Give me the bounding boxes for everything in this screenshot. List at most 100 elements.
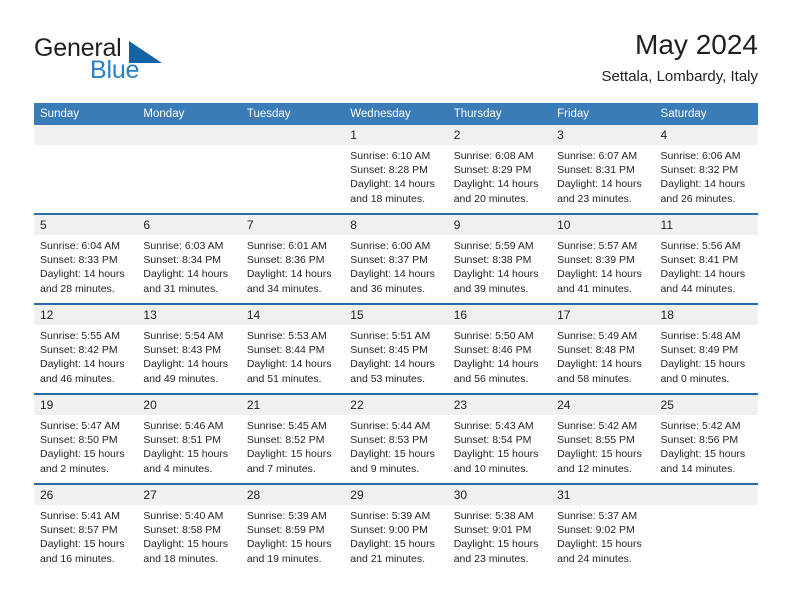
day-daylight-line: Daylight: 14 hours (660, 268, 746, 281)
calendar-day-cell[interactable]: 28 Sunrise: 5:39 AM Sunset: 8:59 PM Dayligh… (240, 483, 345, 573)
day-number: 26 (34, 485, 138, 505)
day-daylight-line: and 39 minutes. (453, 282, 529, 295)
day-number: 20 (137, 395, 241, 415)
calendar-day-cell[interactable]: 10 Sunrise: 5:57 AM Sunset: 8:39 PM Dayligh… (551, 213, 655, 304)
day-daylight-line: Daylight: 14 hours (453, 268, 539, 281)
calendar-day-cell[interactable]: 12 Sunrise: 5:55 AM Sunset: 8:42 PM Dayligh… (34, 303, 138, 394)
calendar-day-cell[interactable]: 13 Sunrise: 5:54 AM Sunset: 8:43 PM Dayligh… (137, 303, 241, 394)
calendar-day-cell[interactable]: 15 Sunrise: 5:51 AM Sunset: 8:45 PM Dayligh… (344, 303, 448, 394)
weekday-header-saturday: Saturday (654, 103, 758, 125)
day-details: Sunrise: 5:42 AM Sunset: 8:56 PM Daylight:… (655, 415, 758, 476)
calendar-day-cell[interactable]: 3 Sunrise: 6:07 AM Sunset: 8:31 PM Daylight… (551, 125, 655, 214)
day-sunset-line: Sunset: 8:31 PM (557, 164, 635, 177)
day-details: Sunrise: 5:39 AM Sunset: 9:00 PM Daylight:… (344, 505, 447, 566)
day-number (34, 125, 138, 145)
day-details: Sunrise: 5:44 AM Sunset: 8:53 PM Daylight:… (344, 415, 447, 476)
calendar-day-cell[interactable]: 5 Sunrise: 6:04 AM Sunset: 8:33 PM Daylight… (34, 213, 138, 304)
calendar-day-cell[interactable]: 19 Sunrise: 5:47 AM Sunset: 8:50 PM Dayligh… (34, 393, 138, 484)
day-number: 7 (240, 215, 345, 235)
day-number (654, 485, 758, 505)
calendar-day-cell[interactable]: 20 Sunrise: 5:46 AM Sunset: 8:51 PM Dayligh… (137, 393, 241, 484)
day-sunset-line: Sunset: 8:29 PM (453, 164, 532, 177)
weekday-header-friday: Friday (551, 103, 655, 125)
day-daylight-line: and 44 minutes. (660, 282, 736, 295)
calendar-day-cell[interactable]: 22 Sunrise: 5:44 AM Sunset: 8:53 PM Dayligh… (344, 393, 448, 484)
calendar-day-cell[interactable]: 9 Sunrise: 5:59 AM Sunset: 8:38 PM Daylight… (447, 213, 552, 304)
day-daylight-line: Daylight: 14 hours (143, 358, 229, 371)
day-daylight-line: and 34 minutes. (246, 282, 322, 295)
day-details: Sunrise: 5:39 AM Sunset: 8:59 PM Daylight:… (241, 505, 344, 566)
day-sunset-line: Sunset: 8:50 PM (40, 434, 118, 447)
day-daylight-line: and 16 minutes. (40, 552, 115, 565)
calendar-day-cell[interactable]: 21 Sunrise: 5:45 AM Sunset: 8:52 PM Dayligh… (240, 393, 345, 484)
day-daylight-line: Daylight: 14 hours (350, 178, 435, 191)
day-daylight-line: and 18 minutes. (143, 552, 219, 565)
day-sunset-line: Sunset: 8:59 PM (246, 524, 325, 537)
day-daylight-line: Daylight: 15 hours (350, 538, 435, 551)
day-daylight-line: Daylight: 15 hours (557, 448, 642, 461)
calendar-day-cell[interactable]: 1 Sunrise: 6:10 AM Sunset: 8:28 PM Daylight… (344, 125, 448, 214)
day-sunset-line: Sunset: 8:39 PM (557, 254, 635, 267)
day-number: 6 (137, 215, 241, 235)
day-sunrise-line: Sunrise: 5:55 AM (40, 330, 120, 342)
day-details: Sunrise: 5:43 AM Sunset: 8:54 PM Daylight:… (448, 415, 551, 476)
day-daylight-line: Daylight: 15 hours (143, 538, 229, 551)
calendar-day-cell[interactable]: 16 Sunrise: 5:50 AM Sunset: 8:46 PM Dayligh… (447, 303, 552, 394)
day-daylight-line: and 46 minutes. (40, 372, 115, 385)
calendar-day-cell[interactable]: 11 Sunrise: 5:56 AM Sunset: 8:41 PM Dayligh… (654, 213, 758, 304)
calendar-day-cell[interactable]: 8 Sunrise: 6:00 AM Sunset: 8:37 PM Daylight… (344, 213, 448, 304)
general-blue-logo[interactable]: General Blue (34, 34, 214, 90)
day-sunrise-line: Sunrise: 6:03 AM (143, 240, 224, 252)
calendar-day-cell[interactable]: 7 Sunrise: 6:01 AM Sunset: 8:36 PM Daylight… (240, 213, 345, 304)
day-sunset-line: Sunset: 8:56 PM (660, 434, 739, 447)
day-number: 24 (551, 395, 655, 415)
calendar-day-cell[interactable]: 25 Sunrise: 5:42 AM Sunset: 8:56 PM Dayligh… (654, 393, 758, 484)
day-number: 3 (551, 125, 655, 145)
day-daylight-line: and 18 minutes. (350, 192, 425, 205)
day-daylight-line: Daylight: 15 hours (557, 538, 642, 551)
calendar-day-cell[interactable]: 17 Sunrise: 5:49 AM Sunset: 8:48 PM Dayligh… (551, 303, 655, 394)
calendar-day-cell[interactable]: 2 Sunrise: 6:08 AM Sunset: 8:29 PM Daylight… (447, 125, 552, 214)
calendar-day-cell[interactable]: 23 Sunrise: 5:43 AM Sunset: 8:54 PM Dayligh… (447, 393, 552, 484)
day-daylight-line: and 56 minutes. (453, 372, 529, 385)
day-number: 1 (344, 125, 448, 145)
calendar-day-cell-empty (34, 125, 138, 214)
day-sunset-line: Sunset: 8:45 PM (350, 344, 428, 357)
day-sunset-line: Sunset: 8:58 PM (143, 524, 222, 537)
day-daylight-line: Daylight: 14 hours (557, 358, 642, 371)
day-daylight-line: and 23 minutes. (453, 552, 529, 565)
day-details: Sunrise: 6:06 AM Sunset: 8:32 PM Daylight:… (655, 145, 758, 206)
day-number: 19 (34, 395, 138, 415)
day-sunrise-line: Sunrise: 6:01 AM (246, 240, 327, 252)
day-daylight-line: and 19 minutes. (246, 552, 322, 565)
day-sunrise-line: Sunrise: 6:07 AM (557, 150, 638, 162)
day-number: 5 (34, 215, 138, 235)
day-sunset-line: Sunset: 8:51 PM (143, 434, 222, 447)
day-number: 9 (447, 215, 552, 235)
day-daylight-line: Daylight: 14 hours (40, 358, 125, 371)
calendar-body: 1 Sunrise: 6:10 AM Sunset: 8:28 PM Daylight… (34, 125, 758, 573)
calendar-day-cell[interactable]: 14 Sunrise: 5:53 AM Sunset: 8:44 PM Dayligh… (240, 303, 345, 394)
calendar-day-cell[interactable]: 6 Sunrise: 6:03 AM Sunset: 8:34 PM Daylight… (137, 213, 241, 304)
day-daylight-line: Daylight: 15 hours (350, 448, 435, 461)
day-daylight-line: and 36 minutes. (350, 282, 425, 295)
day-sunrise-line: Sunrise: 5:48 AM (660, 330, 741, 342)
day-details: Sunrise: 5:56 AM Sunset: 8:41 PM Daylight:… (655, 235, 758, 296)
calendar-day-cell[interactable]: 24 Sunrise: 5:42 AM Sunset: 8:55 PM Dayligh… (551, 393, 655, 484)
day-details: Sunrise: 5:37 AM Sunset: 9:02 PM Daylight:… (551, 505, 654, 566)
day-sunrise-line: Sunrise: 5:54 AM (143, 330, 224, 342)
calendar-day-cell[interactable]: 29 Sunrise: 5:39 AM Sunset: 9:00 PM Dayligh… (344, 483, 448, 573)
calendar-day-cell[interactable]: 27 Sunrise: 5:40 AM Sunset: 8:58 PM Dayligh… (137, 483, 241, 573)
day-details: Sunrise: 5:38 AM Sunset: 9:01 PM Daylight:… (448, 505, 551, 566)
calendar-day-cell[interactable]: 26 Sunrise: 5:41 AM Sunset: 8:57 PM Dayligh… (34, 483, 138, 573)
day-daylight-line: and 24 minutes. (557, 552, 632, 565)
day-sunrise-line: Sunrise: 5:50 AM (453, 330, 534, 342)
day-sunset-line: Sunset: 8:28 PM (350, 164, 428, 177)
calendar-day-cell[interactable]: 30 Sunrise: 5:38 AM Sunset: 9:01 PM Dayligh… (447, 483, 552, 573)
calendar-day-cell[interactable]: 18 Sunrise: 5:48 AM Sunset: 8:49 PM Dayligh… (654, 303, 758, 394)
calendar-day-cell[interactable]: 31 Sunrise: 5:37 AM Sunset: 9:02 PM Dayligh… (551, 483, 655, 573)
calendar-head: Sunday Monday Tuesday Wednesday Thursday… (34, 103, 758, 125)
day-daylight-line: and 49 minutes. (143, 372, 219, 385)
day-daylight-line: and 23 minutes. (557, 192, 632, 205)
calendar-day-cell[interactable]: 4 Sunrise: 6:06 AM Sunset: 8:32 PM Daylight… (654, 125, 758, 214)
